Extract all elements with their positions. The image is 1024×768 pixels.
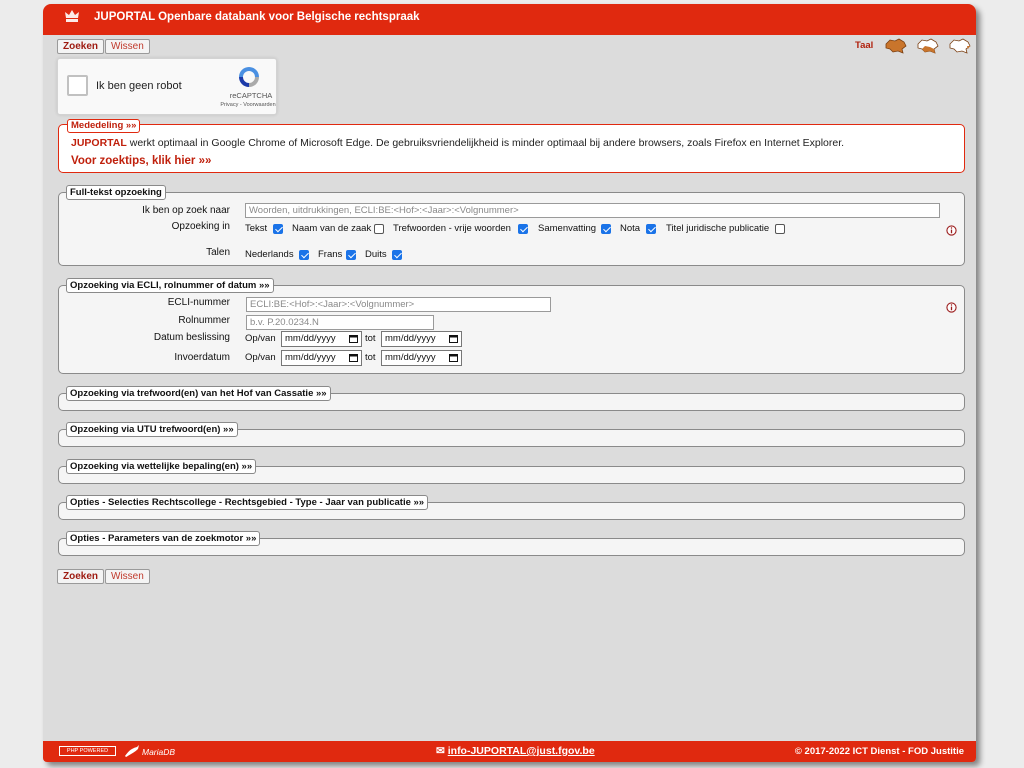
search-in-checkbox[interactable] (646, 224, 656, 234)
clear-button-top[interactable]: Wissen (105, 39, 150, 54)
selection-legend[interactable]: Opties - Selecties Rechtscollege - Recht… (66, 495, 429, 510)
legal-legend[interactable]: Opzoeking via wettelijke bepaling(en) »» (66, 459, 257, 474)
calendar-icon[interactable] (449, 334, 458, 343)
email-link[interactable]: info-JUPORTAL@just.fgov.be (448, 745, 595, 757)
rol-label: Rolnummer (178, 315, 230, 326)
fulltext-search-input[interactable] (245, 203, 940, 218)
search-in-option-label: Trefwoorden - vrije woorden (393, 223, 511, 234)
php-powered-badge: PHP POWERED (59, 746, 116, 756)
language-option-label: Nederlands (245, 249, 294, 260)
engine-legend[interactable]: Opties - Parameters van de zoekmotor »» (66, 531, 261, 546)
search-in-checkbox[interactable] (273, 224, 283, 234)
recaptcha-label: Ik ben geen robot (96, 80, 182, 92)
recaptcha-logo-icon (239, 67, 259, 87)
notice-text: werkt optimaal in Google Chrome of Micro… (126, 137, 845, 149)
recaptcha-widget: Ik ben geen robot reCAPTCHA Privacy - Vo… (57, 58, 277, 115)
mariadb-logo-icon: MariaDB (125, 745, 175, 757)
calendar-icon[interactable] (349, 334, 358, 343)
search-button-top[interactable]: Zoeken (57, 39, 105, 54)
search-label: Ik ben op zoek naar (142, 205, 230, 216)
clear-button-bottom[interactable]: Wissen (105, 569, 150, 584)
language-label: Taal (855, 40, 874, 51)
map-de-icon[interactable] (949, 38, 971, 54)
invoer-label: Invoerdatum (174, 352, 230, 363)
search-in-checkbox[interactable] (518, 224, 528, 234)
ecli-legend[interactable]: Opzoeking via ECLI, rolnummer of datum »… (66, 278, 274, 293)
search-in-option-label: Naam van de zaak (292, 223, 372, 234)
section-cassatie-keywords: Opzoeking via trefwoord(en) van het Hof … (58, 386, 965, 411)
header-bar: JUPORTAL Openbare databank voor Belgisch… (43, 4, 976, 35)
search-in-label: Opzoeking in (171, 221, 230, 232)
search-in-checkbox[interactable] (601, 224, 611, 234)
search-in-option-label: Tekst (245, 223, 268, 234)
ecli-input[interactable] (246, 297, 551, 312)
calendar-icon[interactable] (449, 353, 458, 362)
app-frame: JUPORTAL Openbare databank voor Belgisch… (43, 4, 976, 762)
language-checkbox[interactable] (392, 250, 402, 260)
language-checkbox[interactable] (346, 250, 356, 260)
language-option-label: Frans (318, 249, 343, 260)
datum-from-value: mm/dd/yyyy (285, 333, 336, 344)
map-nl-icon[interactable] (885, 38, 907, 54)
notice-brand: JUPORTAL (71, 137, 127, 149)
datum-to-value: mm/dd/yyyy (385, 333, 436, 344)
search-in-checkbox[interactable] (775, 224, 785, 234)
footer-email: ✉ info-JUPORTAL@just.fgov.be (436, 745, 595, 757)
recaptcha-links[interactable]: Privacy - Voorwaarden (218, 102, 278, 108)
ecli-info-icon[interactable] (946, 302, 957, 313)
utu-legend[interactable]: Opzoeking via UTU trefwoord(en) »» (66, 422, 238, 437)
footer-copyright: © 2017-2022 ICT Dienst - FOD Justitie (794, 746, 964, 757)
invoer-to-label: tot (365, 352, 376, 363)
section-utu-keywords: Opzoeking via UTU trefwoord(en) »» (58, 422, 965, 447)
ecli-label: ECLI-nummer (167, 297, 230, 308)
mail-icon: ✉ (436, 745, 445, 757)
info-icon[interactable] (946, 225, 957, 236)
search-button-bottom[interactable]: Zoeken (57, 569, 105, 584)
notice-message: JUPORTAL werkt optimaal in Google Chrome… (71, 137, 844, 149)
language-checkbox[interactable] (299, 250, 309, 260)
invoer-from-label: Op/van (245, 352, 276, 363)
calendar-icon[interactable] (349, 353, 358, 362)
search-in-checkbox[interactable] (374, 224, 384, 234)
invoer-to-input[interactable]: mm/dd/yyyy (381, 350, 462, 366)
notice-legend[interactable]: Mededeling »» (67, 119, 141, 133)
page-title: JUPORTAL Openbare databank voor Belgisch… (94, 11, 420, 23)
search-in-option-label: Titel juridische publicatie (666, 223, 770, 234)
recaptcha-brand: reCAPTCHA (229, 91, 273, 100)
footer-bar: PHP POWERED MariaDB ✉ info-JUPORTAL@just… (43, 741, 976, 762)
cassatie-legend[interactable]: Opzoeking via trefwoord(en) van het Hof … (66, 386, 331, 401)
fulltext-legend[interactable]: Full-tekst opzoeking (66, 185, 166, 200)
crown-logo-icon (65, 10, 79, 22)
fulltext-section: Full-tekst opzoeking Ik ben op zoek naar… (58, 185, 965, 266)
rol-input[interactable] (246, 315, 434, 330)
section-legal-provisions: Opzoeking via wettelijke bepaling(en) »» (58, 459, 965, 484)
datum-from-input[interactable]: mm/dd/yyyy (281, 331, 362, 347)
section-selection-options: Opties - Selecties Rechtscollege - Recht… (58, 495, 965, 520)
datum-from-label: Op/van (245, 333, 276, 344)
languages-label: Talen (206, 247, 230, 258)
search-in-option-label: Nota (620, 223, 641, 234)
invoer-from-value: mm/dd/yyyy (285, 352, 336, 363)
datum-label: Datum beslissing (153, 332, 230, 343)
language-option-label: Duits (365, 249, 387, 260)
ecli-section: Opzoeking via ECLI, rolnummer of datum »… (58, 278, 965, 374)
datum-to-label: tot (365, 333, 376, 344)
mariadb-text: MariaDB (142, 747, 175, 757)
notice-box: Mededeling »» JUPORTAL werkt optimaal in… (58, 119, 965, 173)
map-fr-icon[interactable] (917, 38, 939, 54)
invoer-from-input[interactable]: mm/dd/yyyy (281, 350, 362, 366)
invoer-to-value: mm/dd/yyyy (385, 352, 436, 363)
search-in-option-label: Samenvatting (538, 223, 597, 234)
section-engine-parameters: Opties - Parameters van de zoekmotor »» (58, 531, 965, 556)
recaptcha-checkbox[interactable] (67, 75, 88, 96)
datum-to-input[interactable]: mm/dd/yyyy (381, 331, 462, 347)
search-tips-link[interactable]: Voor zoektips, klik hier »» (71, 155, 211, 167)
